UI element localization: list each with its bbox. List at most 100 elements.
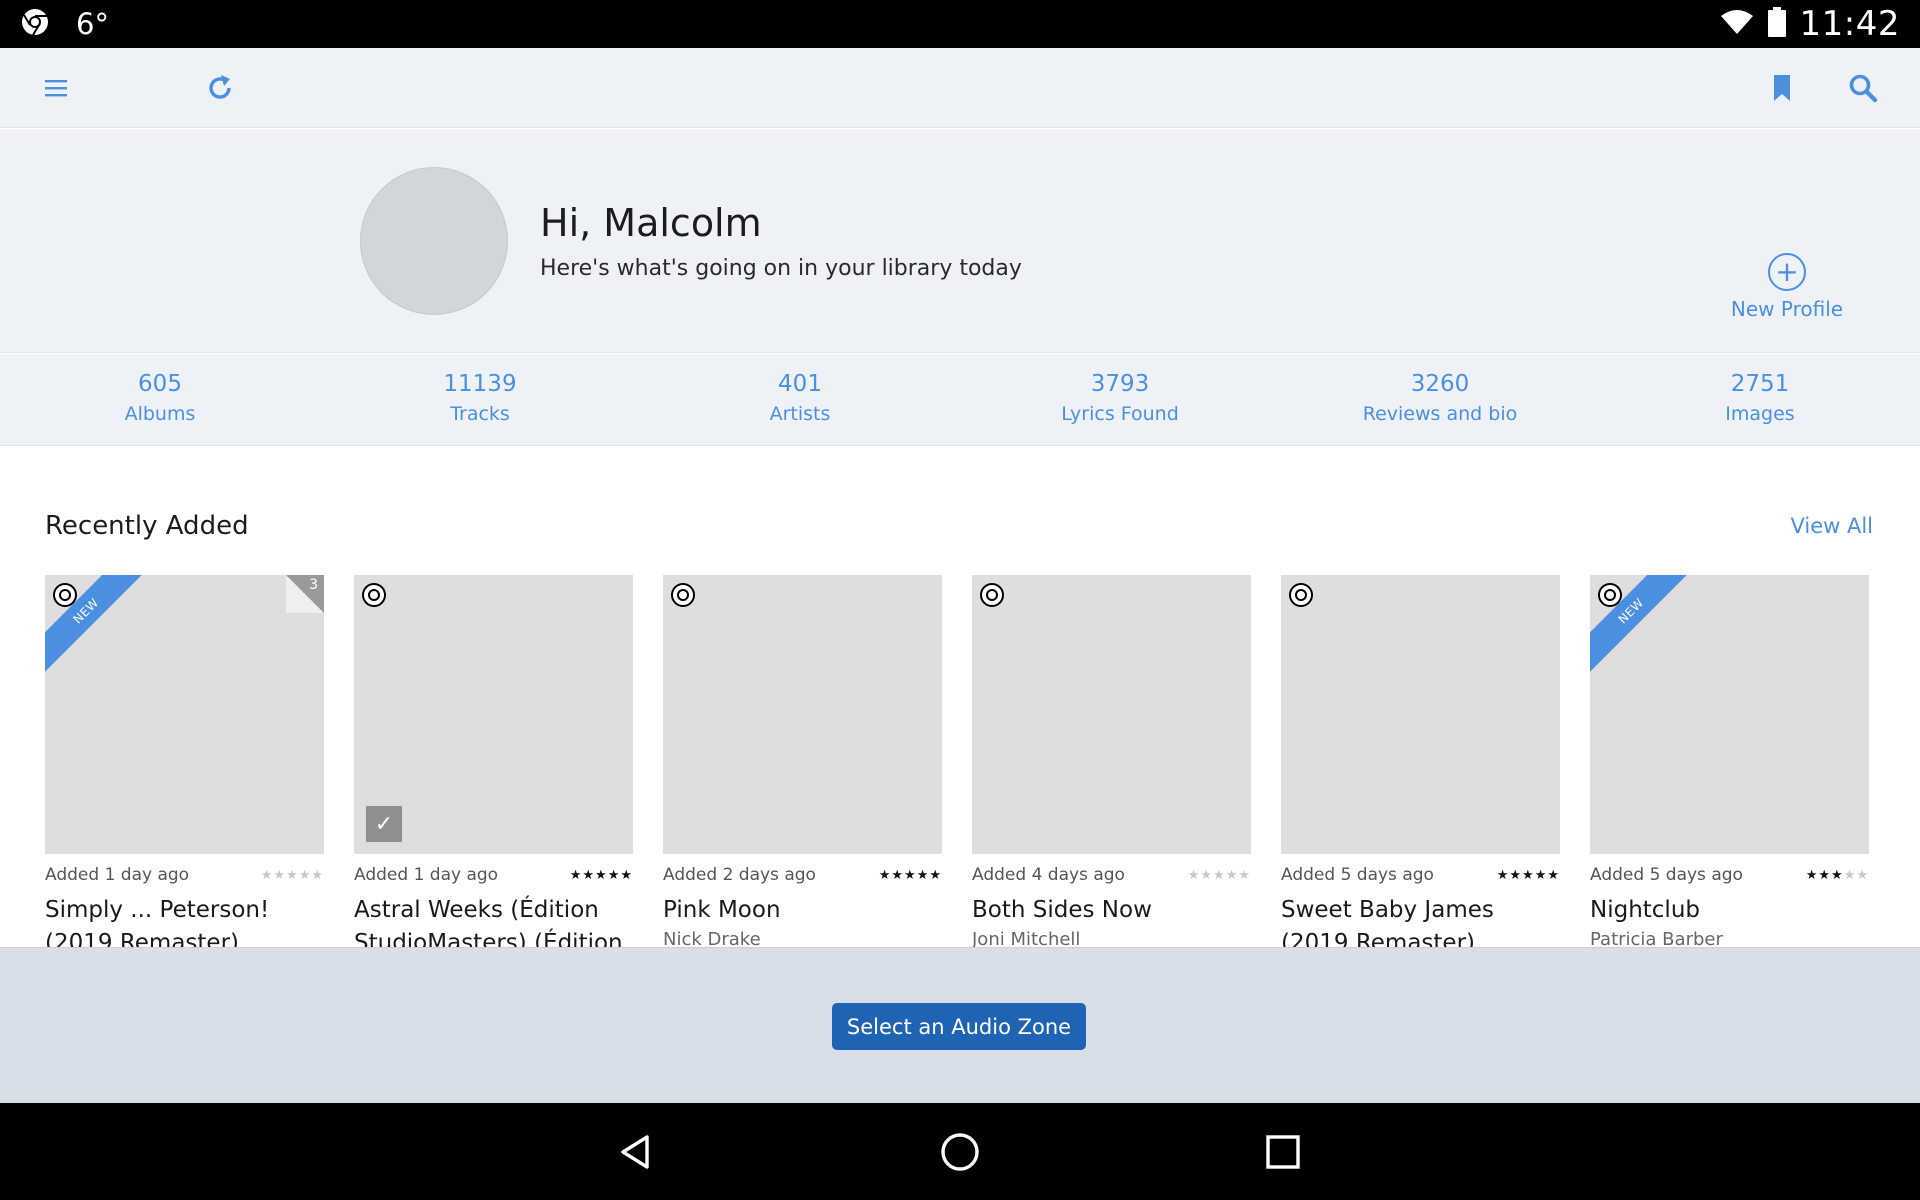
star-icon[interactable]: ★ bbox=[929, 868, 942, 883]
album-cover[interactable]: NEW bbox=[1590, 575, 1869, 854]
screen: 6° 11:42 Hi, Malcolm Here's what's going… bbox=[0, 0, 1920, 1200]
star-icon[interactable]: ★ bbox=[286, 868, 299, 883]
library-stats: 605 Albums 11139 Tracks 401 Artists 3793… bbox=[0, 354, 1920, 446]
album-artist[interactable]: Patricia Barber bbox=[1590, 929, 1869, 947]
album-card[interactable]: NEW Added 5 days ago ★★★★★ Nightclub Pat… bbox=[1590, 575, 1869, 947]
star-icon[interactable]: ★ bbox=[1188, 868, 1201, 883]
qobuz-icon bbox=[1598, 583, 1622, 607]
star-icon[interactable]: ★ bbox=[1200, 868, 1213, 883]
wifi-icon bbox=[1720, 8, 1754, 40]
recents-icon[interactable] bbox=[1260, 1129, 1306, 1175]
disc-count-badge: 3 bbox=[286, 575, 324, 613]
clock: 11:42 bbox=[1799, 4, 1900, 44]
stat-reviews[interactable]: 3260 Reviews and bio bbox=[1280, 354, 1600, 445]
star-icon[interactable]: ★ bbox=[879, 868, 892, 883]
stat-images[interactable]: 2751 Images bbox=[1600, 354, 1920, 445]
battery-icon bbox=[1767, 7, 1786, 41]
qobuz-icon bbox=[1289, 583, 1313, 607]
star-icon[interactable]: ★ bbox=[620, 868, 633, 883]
album-artist[interactable]: Joni Mitchell bbox=[972, 929, 1251, 947]
stat-tracks[interactable]: 11139 Tracks bbox=[320, 354, 640, 445]
back-icon[interactable] bbox=[612, 1129, 658, 1175]
album-card[interactable]: NEW 3 Added 1 day ago ★★★★★ Simply ... P… bbox=[45, 575, 324, 947]
refresh-icon[interactable] bbox=[200, 68, 240, 108]
star-icon[interactable]: ★ bbox=[570, 868, 583, 883]
star-icon[interactable]: ★ bbox=[1497, 868, 1510, 883]
star-icon[interactable]: ★ bbox=[1806, 868, 1819, 883]
album-card[interactable]: ✓ Added 1 day ago ★★★★★ Astral Weeks (Éd… bbox=[354, 575, 633, 947]
avatar[interactable] bbox=[360, 167, 508, 315]
star-icon[interactable]: ★ bbox=[1509, 868, 1522, 883]
plus-icon: + bbox=[1768, 253, 1806, 291]
album-title[interactable]: Sweet Baby James (2019 Remaster) bbox=[1281, 894, 1560, 947]
search-icon[interactable] bbox=[1843, 68, 1883, 108]
rating-stars[interactable]: ★★★★★ bbox=[261, 868, 324, 883]
stat-value: 11139 bbox=[443, 371, 517, 397]
added-date: Added 4 days ago bbox=[972, 865, 1125, 885]
rating-stars[interactable]: ★★★★★ bbox=[570, 868, 633, 883]
album-title[interactable]: Simply ... Peterson! (2019 Remaster) bbox=[45, 894, 324, 947]
star-icon[interactable]: ★ bbox=[273, 868, 286, 883]
album-card[interactable]: Added 4 days ago ★★★★★ Both Sides Now Jo… bbox=[972, 575, 1251, 947]
added-date: Added 2 days ago bbox=[663, 865, 816, 885]
star-icon[interactable]: ★ bbox=[261, 868, 274, 883]
album-card[interactable]: Added 2 days ago ★★★★★ Pink Moon Nick Dr… bbox=[663, 575, 942, 947]
album-title[interactable]: Astral Weeks (Édition StudioMasters) (Éd… bbox=[354, 894, 633, 947]
disc-count: 3 bbox=[309, 577, 318, 593]
greeting: Hi, Malcolm bbox=[540, 201, 762, 245]
album-cover[interactable] bbox=[972, 575, 1251, 854]
qobuz-icon bbox=[980, 583, 1004, 607]
star-icon[interactable]: ★ bbox=[608, 868, 621, 883]
menu-icon[interactable] bbox=[36, 68, 76, 108]
star-icon[interactable]: ★ bbox=[1818, 868, 1831, 883]
stat-label: Artists bbox=[769, 403, 831, 425]
qobuz-icon bbox=[53, 583, 77, 607]
star-icon[interactable]: ★ bbox=[311, 868, 324, 883]
added-date: Added 5 days ago bbox=[1590, 865, 1743, 885]
view-all-link[interactable]: View All bbox=[1790, 514, 1873, 538]
album-title[interactable]: Pink Moon bbox=[663, 894, 942, 927]
star-icon[interactable]: ★ bbox=[1844, 868, 1857, 883]
star-icon[interactable]: ★ bbox=[1535, 868, 1548, 883]
stat-lyrics[interactable]: 3793 Lyrics Found bbox=[960, 354, 1280, 445]
star-icon[interactable]: ★ bbox=[1856, 868, 1869, 883]
rating-stars[interactable]: ★★★★★ bbox=[1806, 868, 1869, 883]
star-icon[interactable]: ★ bbox=[891, 868, 904, 883]
star-icon[interactable]: ★ bbox=[1547, 868, 1560, 883]
album-cover[interactable] bbox=[663, 575, 942, 854]
rating-stars[interactable]: ★★★★★ bbox=[1188, 868, 1251, 883]
star-icon[interactable]: ★ bbox=[595, 868, 608, 883]
star-icon[interactable]: ★ bbox=[1226, 868, 1239, 883]
qobuz-icon bbox=[362, 583, 386, 607]
album-card[interactable]: Added 5 days ago ★★★★★ Sweet Baby James … bbox=[1281, 575, 1560, 947]
star-icon[interactable]: ★ bbox=[1522, 868, 1535, 883]
app-bar bbox=[0, 48, 1920, 128]
album-title[interactable]: Both Sides Now bbox=[972, 894, 1251, 927]
star-icon[interactable]: ★ bbox=[1213, 868, 1226, 883]
rating-stars[interactable]: ★★★★★ bbox=[1497, 868, 1560, 883]
stat-label: Lyrics Found bbox=[1061, 403, 1179, 425]
stat-label: Images bbox=[1725, 403, 1795, 425]
new-profile-button[interactable]: + New Profile bbox=[1720, 253, 1854, 321]
star-icon[interactable]: ★ bbox=[904, 868, 917, 883]
star-icon[interactable]: ★ bbox=[1831, 868, 1844, 883]
bookmark-icon[interactable] bbox=[1762, 68, 1802, 108]
home-icon[interactable] bbox=[937, 1129, 983, 1175]
stat-artists[interactable]: 401 Artists bbox=[640, 354, 960, 445]
album-cover[interactable]: ✓ bbox=[354, 575, 633, 854]
qobuz-icon bbox=[671, 583, 695, 607]
stat-label: Tracks bbox=[450, 403, 510, 425]
stat-value: 605 bbox=[138, 371, 182, 397]
star-icon[interactable]: ★ bbox=[299, 868, 312, 883]
star-icon[interactable]: ★ bbox=[917, 868, 930, 883]
star-icon[interactable]: ★ bbox=[582, 868, 595, 883]
album-cover[interactable]: NEW 3 bbox=[45, 575, 324, 854]
album-title[interactable]: Nightclub bbox=[1590, 894, 1869, 927]
album-artist[interactable]: Nick Drake bbox=[663, 929, 942, 947]
checkmark-icon[interactable]: ✓ bbox=[366, 806, 402, 842]
stat-albums[interactable]: 605 Albums bbox=[0, 354, 320, 445]
album-cover[interactable] bbox=[1281, 575, 1560, 854]
rating-stars[interactable]: ★★★★★ bbox=[879, 868, 942, 883]
star-icon[interactable]: ★ bbox=[1238, 868, 1251, 883]
select-audio-zone-button[interactable]: Select an Audio Zone bbox=[832, 1003, 1086, 1050]
